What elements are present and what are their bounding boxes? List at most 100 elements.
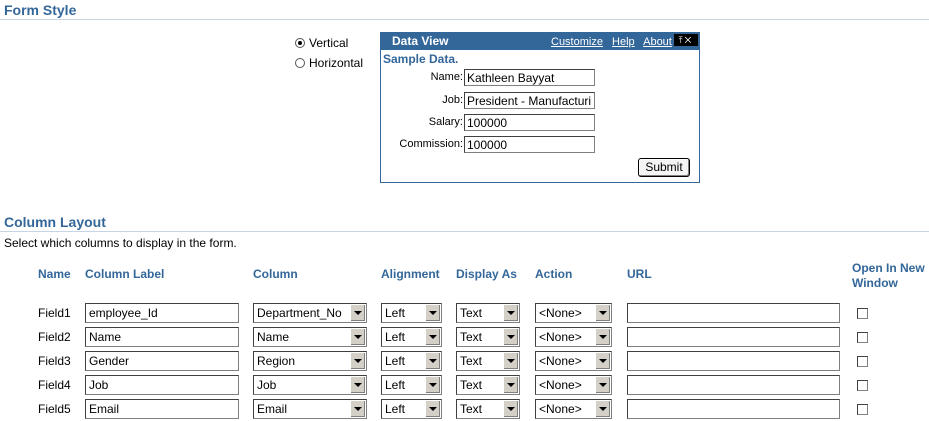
dv-name-input[interactable]: Kathleen Bayyat — [464, 69, 595, 86]
chevron-down-icon[interactable] — [595, 401, 610, 417]
action-select[interactable]: <None> — [535, 303, 612, 323]
display-as-select[interactable]: Text — [456, 399, 520, 419]
alignment-select-value: Left — [385, 354, 406, 368]
dv-salary-input[interactable]: 100000 — [464, 114, 595, 131]
chevron-down-icon[interactable] — [503, 377, 518, 393]
dv-salary-label: Salary: — [428, 116, 463, 128]
dv-name-label: Name: — [430, 71, 463, 83]
header-url: URL — [627, 267, 652, 281]
chevron-down-icon[interactable] — [595, 305, 610, 321]
action-select[interactable]: <None> — [535, 351, 612, 371]
chevron-down-icon[interactable] — [425, 401, 440, 417]
field-name: Field4 — [38, 378, 71, 392]
column-label-input[interactable]: Name — [85, 327, 239, 347]
open-new-window-checkbox[interactable] — [857, 356, 868, 367]
url-input[interactable] — [627, 351, 840, 371]
chevron-down-icon[interactable] — [350, 305, 365, 321]
open-new-window-checkbox[interactable] — [857, 332, 868, 343]
column-select[interactable]: Department_No — [253, 303, 367, 323]
action-select[interactable]: <None> — [535, 375, 612, 395]
dv-commission-input[interactable]: 100000 — [464, 136, 595, 153]
chevron-down-icon[interactable] — [595, 377, 610, 393]
display-as-select[interactable]: Text — [456, 303, 520, 323]
help-link[interactable]: Help — [612, 36, 635, 48]
chevron-down-icon[interactable] — [595, 353, 610, 369]
column-select-value: Job — [257, 378, 277, 392]
chevron-down-icon[interactable] — [425, 377, 440, 393]
url-input[interactable] — [627, 327, 840, 347]
radio-vertical[interactable]: Vertical — [295, 36, 348, 50]
chevron-down-icon[interactable] — [503, 401, 518, 417]
column-select[interactable]: Job — [253, 375, 367, 395]
alignment-select-value: Left — [385, 306, 406, 320]
field-name: Field3 — [38, 354, 71, 368]
alignment-select[interactable]: Left — [381, 375, 442, 395]
about-link[interactable]: About — [643, 36, 672, 48]
open-new-window-checkbox[interactable] — [857, 308, 868, 319]
chevron-down-icon[interactable] — [595, 329, 610, 345]
alignment-select-value: Left — [385, 402, 406, 416]
column-label-input[interactable]: Gender — [85, 351, 239, 371]
chevron-down-icon[interactable] — [503, 305, 518, 321]
alignment-select[interactable]: Left — [381, 327, 442, 347]
chevron-down-icon[interactable] — [350, 377, 365, 393]
alignment-select[interactable]: Left — [381, 303, 442, 323]
sample-data-title: Sample Data. — [383, 52, 459, 66]
field-name: Field2 — [38, 330, 71, 344]
chevron-down-icon[interactable] — [503, 329, 518, 345]
header-open-new-window-line1: Open In New — [852, 261, 925, 275]
section-divider — [0, 19, 929, 20]
section-divider — [0, 231, 929, 232]
action-select-value: <None> — [539, 402, 582, 416]
display-as-select[interactable]: Text — [456, 327, 520, 347]
radio-horizontal[interactable]: Horizontal — [295, 56, 363, 70]
alignment-select[interactable]: Left — [381, 399, 442, 419]
dv-job-input[interactable]: President - Manufacturi — [464, 92, 595, 109]
header-column-label: Column Label — [85, 267, 165, 281]
open-new-window-checkbox[interactable] — [857, 380, 868, 391]
dv-job-label: Job: — [442, 94, 463, 106]
alignment-select-value: Left — [385, 330, 406, 344]
alignment-select[interactable]: Left — [381, 351, 442, 371]
column-select[interactable]: Region — [253, 351, 367, 371]
chevron-down-icon[interactable] — [350, 329, 365, 345]
radio-vertical-icon[interactable] — [295, 38, 305, 48]
display-as-select-value: Text — [460, 354, 483, 368]
header-display-as: Display As — [456, 267, 517, 281]
url-input[interactable] — [627, 303, 840, 323]
field-name: Field1 — [38, 306, 71, 320]
dv-commission-label: Commission: — [399, 138, 463, 150]
header-action: Action — [535, 267, 573, 281]
display-as-select[interactable]: Text — [456, 351, 520, 371]
column-label-input[interactable]: employee_Id — [85, 303, 239, 323]
display-as-select[interactable]: Text — [456, 375, 520, 395]
action-select[interactable]: <None> — [535, 399, 612, 419]
radio-vertical-label: Vertical — [309, 36, 349, 50]
portlet-minimize-close-icon[interactable]: ⤒✕ — [674, 34, 698, 46]
chevron-down-icon[interactable] — [350, 353, 365, 369]
chevron-down-icon[interactable] — [425, 305, 440, 321]
url-input[interactable] — [627, 399, 840, 419]
action-select[interactable]: <None> — [535, 327, 612, 347]
chevron-down-icon[interactable] — [503, 353, 518, 369]
column-select-value: Department_No — [257, 306, 342, 320]
data-view-portlet: Data View Customize Help About ⤒✕ Sample… — [380, 32, 700, 183]
column-select[interactable]: Email — [253, 399, 367, 419]
column-label-input[interactable]: Job — [85, 375, 239, 395]
chevron-down-icon[interactable] — [350, 401, 365, 417]
url-input[interactable] — [627, 375, 840, 395]
column-select[interactable]: Name — [253, 327, 367, 347]
action-select-value: <None> — [539, 378, 582, 392]
radio-horizontal-icon[interactable] — [295, 58, 305, 68]
chevron-down-icon[interactable] — [425, 329, 440, 345]
column-label-input[interactable]: Email — [85, 399, 239, 419]
chevron-down-icon[interactable] — [425, 353, 440, 369]
submit-button[interactable]: Submit — [638, 158, 690, 177]
display-as-select-value: Text — [460, 330, 483, 344]
radio-horizontal-label: Horizontal — [309, 56, 364, 70]
column-select-value: Email — [257, 402, 288, 416]
field-name: Field5 — [38, 402, 71, 416]
form-style-title: Form Style — [4, 2, 77, 18]
customize-link[interactable]: Customize — [551, 36, 603, 48]
open-new-window-checkbox[interactable] — [857, 404, 868, 415]
